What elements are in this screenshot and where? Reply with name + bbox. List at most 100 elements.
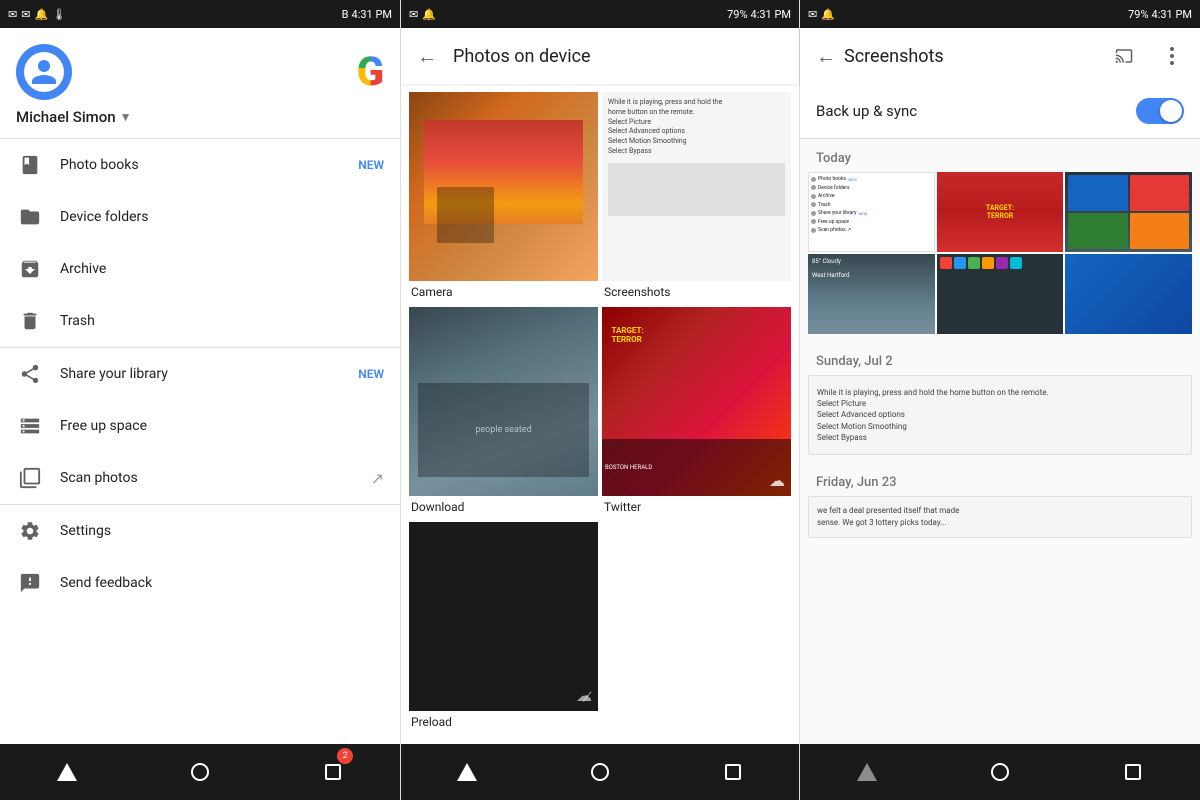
share-icon	[16, 360, 44, 388]
folder-twitter[interactable]: TARGET:TERROR BOSTON HERALD ☁ Twitter	[602, 307, 791, 518]
screenshot-text-preview: While it is playing, press and hold the …	[608, 98, 785, 157]
time: 4:31 PM	[352, 8, 392, 21]
back-icon-p2[interactable]: ←	[417, 44, 437, 69]
mail-icon-2: ✉	[21, 8, 30, 21]
notification-icon-p3: 🔔	[821, 8, 835, 21]
external-link-icon: ↗	[371, 469, 384, 488]
photos-on-device-panel: ✉ 🔔 79% 4:31 PM ← Photos on device Camer…	[400, 0, 800, 800]
today-grid: Photo books NEW Device folders Archive T…	[808, 172, 1192, 252]
sync-row: Back up & sync	[800, 84, 1200, 139]
folder-screenshots[interactable]: While it is playing, press and hold the …	[602, 92, 791, 303]
screenshot-thumb-blue[interactable]	[1065, 254, 1192, 334]
folder-name-camera: Camera	[409, 281, 598, 303]
nav-item-trash[interactable]: Trash	[0, 295, 400, 347]
drawer-nav: Photo books NEW Device folders Archive	[0, 139, 400, 744]
home-button-p2[interactable]	[580, 752, 620, 792]
notification-icon-p2: 🔔	[422, 8, 436, 21]
user-name[interactable]: Michael Simon ▼	[16, 108, 132, 126]
status-bar-panel1: ✉ ✉ 🔔 🌡 B 4:31 PM	[0, 0, 400, 28]
recents-button-wrapper: 2	[313, 752, 353, 792]
time-p3: 4:31 PM	[1152, 8, 1192, 21]
screenshots-scroll[interactable]: Today Photo books NEW Device folders Arc…	[800, 139, 1200, 744]
nav-item-device-folders[interactable]: Device folders	[0, 191, 400, 243]
nav-item-send-feedback[interactable]: Send feedback	[0, 557, 400, 609]
screenshots-panel: ✉ 🔔 79% 4:31 PM ← Screenshots Back up & …	[800, 0, 1200, 800]
screenshots-title: Screenshots	[844, 46, 1096, 67]
screenshot-jun23[interactable]: we felt a deal presented itself that mad…	[808, 496, 1192, 538]
screenshot-text[interactable]: While it is playing, press and hold the …	[808, 375, 1192, 455]
screenshot-thumb-menu[interactable]: Photo books NEW Device folders Archive T…	[808, 172, 935, 252]
nav-item-archive[interactable]: Archive	[0, 243, 400, 295]
toggle-knob	[1160, 100, 1182, 122]
status-icons-right: B 4:31 PM	[342, 8, 392, 21]
sync-toggle[interactable]	[1136, 98, 1184, 124]
jun23-text: we felt a deal presented itself that mad…	[817, 505, 1183, 529]
thumb-screenshots: While it is playing, press and hold the …	[602, 92, 791, 281]
folder-icon	[16, 203, 44, 231]
nav-badge-share-library: NEW	[358, 367, 384, 381]
avatar[interactable]	[16, 44, 72, 100]
folder-download[interactable]: people seated Download	[409, 307, 598, 518]
bluetooth-icon: B	[342, 8, 349, 21]
bottom-nav-panel2	[401, 744, 799, 800]
date-header-sunday: Sunday, Jul 2	[808, 342, 1192, 375]
status-icons-right-3: 79% 4:31 PM	[1128, 8, 1192, 21]
thumb-download: people seated	[409, 307, 598, 496]
date-header-friday: Friday, Jun 23	[808, 463, 1192, 496]
nav-label-send-feedback: Send feedback	[60, 575, 384, 591]
battery-p2: 79%	[727, 8, 747, 21]
drawer-header: Michael Simon ▼ G	[0, 28, 400, 138]
thumb-camera	[409, 92, 598, 281]
nav-label-share-library: Share your library	[60, 366, 358, 382]
nav-item-share-library[interactable]: Share your library NEW	[0, 348, 400, 400]
back-button-p3[interactable]	[847, 752, 887, 792]
home-button[interactable]	[180, 752, 220, 792]
home-button-p3[interactable]	[980, 752, 1020, 792]
screenshot-thumb-apps[interactable]	[937, 254, 1064, 334]
back-button[interactable]	[47, 752, 87, 792]
storage-icon	[16, 412, 44, 440]
folder-name-screenshots: Screenshots	[602, 281, 791, 303]
photo-grid: Camera While it is playing, press and ho…	[401, 84, 799, 744]
mail-icon-p2: ✉	[409, 8, 418, 21]
folder-preload[interactable]: ☁̷ Preload	[409, 522, 598, 733]
status-icons-left: ✉ ✉ 🔔 🌡	[8, 8, 66, 21]
nav-label-free-up-space: Free up space	[60, 418, 384, 434]
nav-item-scan-photos[interactable]: Scan photos ↗	[0, 452, 400, 504]
status-bar-panel2: ✉ 🔔 79% 4:31 PM	[401, 0, 799, 28]
cloud-off-icon-twitter: ☁	[769, 471, 785, 490]
google-logo-icon: G	[357, 44, 384, 92]
back-button-p2[interactable]	[447, 752, 487, 792]
recents-button-p2[interactable]	[713, 752, 753, 792]
nav-item-settings[interactable]: Settings	[0, 505, 400, 557]
drawer-panel: ✉ ✉ 🔔 🌡 B 4:31 PM	[0, 0, 400, 800]
status-icons-left-3: ✉ 🔔	[808, 8, 835, 21]
drawer-content: Michael Simon ▼ G Photo books NEW	[0, 28, 400, 744]
mail-icon: ✉	[8, 8, 17, 21]
nav-label-trash: Trash	[60, 313, 384, 329]
today-grid-row2: 85° CloudyWest Hartford	[808, 254, 1192, 334]
nav-item-free-up-space[interactable]: Free up space	[0, 400, 400, 452]
folder-camera[interactable]: Camera	[409, 92, 598, 303]
feedback-icon	[16, 569, 44, 597]
battery-icon: 🌡	[52, 8, 66, 21]
cast-button[interactable]	[1104, 36, 1144, 76]
screenshot-thumb-news[interactable]: TARGET:TERROR	[937, 172, 1064, 252]
folder-name-download: Download	[409, 496, 598, 518]
archive-icon	[16, 255, 44, 283]
recents-button-p3[interactable]	[1113, 752, 1153, 792]
screenshot-thumb-weather[interactable]: 85° CloudyWest Hartford	[808, 254, 935, 334]
bottom-nav-panel1: 2	[0, 744, 400, 800]
more-options-button[interactable]	[1152, 36, 1192, 76]
status-icons-right-2: 79% 4:31 PM	[727, 8, 791, 21]
screenshots-toolbar: ← Screenshots	[800, 28, 1200, 84]
back-icon-p3[interactable]: ←	[816, 44, 836, 69]
folder-name-twitter: Twitter	[602, 496, 791, 518]
screenshot-thumb-phone[interactable]	[1065, 172, 1192, 252]
nav-item-photo-books[interactable]: Photo books NEW	[0, 139, 400, 191]
mail-icon-p3: ✉	[808, 8, 817, 21]
status-bar-panel3: ✉ 🔔 79% 4:31 PM	[800, 0, 1200, 28]
sync-label: Back up & sync	[816, 102, 917, 120]
photos-toolbar: ← Photos on device	[401, 28, 799, 84]
photos-title: Photos on device	[453, 46, 591, 67]
